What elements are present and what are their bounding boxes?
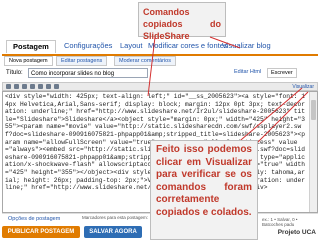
- compose-tab[interactable]: Escrever: [267, 68, 297, 78]
- title-row: Título: Como incorporar slides no blog E…: [2, 68, 318, 80]
- title-input[interactable]: Como incorporar slides no blog: [28, 68, 148, 78]
- video-icon[interactable]: [54, 84, 59, 89]
- tab-visualizar-blog[interactable]: Visualizar blog: [222, 41, 271, 50]
- subtab-nova-postagem[interactable]: Nova postagem: [4, 56, 53, 66]
- save-now-button[interactable]: SALVAR AGORA: [84, 226, 142, 238]
- editor-scrollbar[interactable]: [309, 92, 317, 212]
- preview-button[interactable]: Visualizar: [292, 83, 314, 91]
- tab-configuracoes[interactable]: Configurações: [64, 41, 112, 50]
- link-icon[interactable]: [30, 84, 35, 89]
- post-options-link[interactable]: Opções de postagem: [8, 216, 60, 222]
- italic-icon[interactable]: [22, 84, 27, 89]
- publish-button[interactable]: PUBLICAR POSTAGEM: [2, 226, 80, 238]
- post-subtabs: Nova postagem Editar postagens Moderar c…: [2, 56, 318, 66]
- title-label: Título:: [6, 70, 23, 76]
- subtab-moderar-comentarios[interactable]: Moderar comentários: [114, 56, 176, 66]
- quote-icon[interactable]: [38, 84, 43, 89]
- font-icon[interactable]: [6, 84, 11, 89]
- labels-hint: Marcadores para esta postagem:: [82, 215, 149, 220]
- tab-modificar-cores[interactable]: Modificar cores e fontes: [148, 41, 228, 50]
- labels-example: ex.: 1 • Salvar, 0 • Batcoches padu: [262, 217, 298, 227]
- scroll-thumb[interactable]: [311, 100, 316, 120]
- main-tabs: Postagem Configurações Layout Modificar …: [2, 40, 318, 56]
- tab-layout[interactable]: Layout: [120, 41, 143, 50]
- callout-copied-commands: Comandos copiados do SlideShare: [138, 2, 226, 41]
- bold-icon[interactable]: [14, 84, 19, 89]
- subtab-editar-postagens[interactable]: Editar postagens: [56, 56, 108, 66]
- callout-preview-instruction: Feito isso podemos clicar em Visualizar …: [150, 140, 258, 240]
- tab-postagem[interactable]: Postagem: [6, 40, 56, 53]
- edit-html-tab[interactable]: Editar Html: [234, 69, 261, 75]
- credit-label: Projeto UCA: [277, 229, 316, 236]
- image-icon[interactable]: [46, 84, 51, 89]
- editor-toolbar: Visualizar: [2, 82, 318, 91]
